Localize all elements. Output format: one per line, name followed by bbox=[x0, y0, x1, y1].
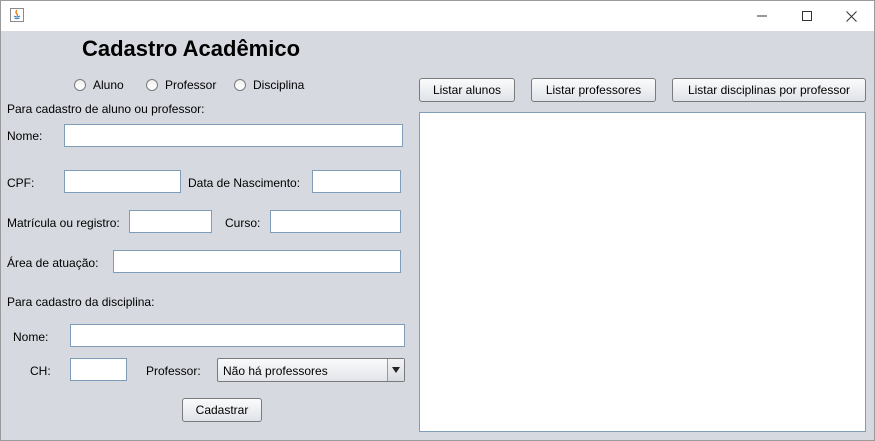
app-window: Cadastro Acadêmico Aluno Professor Disci… bbox=[0, 0, 875, 441]
radio-circle[interactable] bbox=[146, 79, 158, 91]
results-text-area[interactable] bbox=[419, 112, 866, 432]
list-disciplines-button[interactable]: Listar disciplinas por professor bbox=[672, 78, 866, 102]
birth-date-label: Data de Nascimento: bbox=[188, 176, 301, 190]
radio-professor[interactable]: Professor bbox=[146, 78, 216, 92]
professor-select[interactable]: Não há professores bbox=[217, 358, 405, 382]
chevron-down-icon[interactable] bbox=[387, 359, 404, 381]
radio-label: Professor bbox=[165, 78, 217, 92]
list-students-button[interactable]: Listar alunos bbox=[419, 78, 515, 102]
radio-disciplina[interactable]: Disciplina bbox=[234, 78, 304, 92]
ch-input[interactable] bbox=[70, 358, 127, 381]
professor-select-value: Não há professores bbox=[223, 364, 328, 378]
page-title: Cadastro Acadêmico bbox=[82, 36, 301, 61]
maximize-button[interactable] bbox=[784, 1, 829, 31]
course-label: Curso: bbox=[225, 216, 261, 230]
close-icon bbox=[846, 10, 857, 22]
registration-input[interactable] bbox=[129, 210, 212, 233]
ch-label: CH: bbox=[30, 364, 51, 378]
minimize-icon bbox=[756, 15, 767, 17]
birth-date-input[interactable] bbox=[312, 170, 401, 193]
cpf-input[interactable] bbox=[64, 170, 181, 193]
cpf-label: CPF: bbox=[7, 176, 35, 190]
professor-label: Professor: bbox=[146, 364, 201, 378]
minimize-button[interactable] bbox=[739, 1, 784, 31]
person-name-input[interactable] bbox=[64, 124, 403, 147]
discipline-section-heading: Para cadastro da disciplina: bbox=[7, 295, 155, 309]
register-button[interactable]: Cadastrar bbox=[182, 398, 262, 422]
registration-label: Matrícula ou registro: bbox=[7, 216, 120, 230]
area-input[interactable] bbox=[113, 250, 401, 273]
person-section-heading: Para cadastro de aluno ou professor: bbox=[7, 102, 205, 116]
close-button[interactable] bbox=[829, 1, 874, 31]
radio-label: Disciplina bbox=[253, 78, 305, 92]
area-label: Área de atuação: bbox=[7, 256, 99, 270]
maximize-icon bbox=[801, 11, 812, 21]
java-icon[interactable] bbox=[10, 8, 24, 22]
discipline-name-label: Nome: bbox=[13, 330, 49, 344]
radio-circle[interactable] bbox=[74, 79, 86, 91]
course-input[interactable] bbox=[270, 210, 401, 233]
title-bar bbox=[1, 1, 874, 31]
radio-aluno[interactable]: Aluno bbox=[74, 78, 124, 92]
person-name-label: Nome: bbox=[7, 129, 43, 143]
radio-label: Aluno bbox=[93, 78, 124, 92]
list-professors-button[interactable]: Listar professores bbox=[531, 78, 656, 102]
radio-circle[interactable] bbox=[234, 79, 246, 91]
discipline-name-input[interactable] bbox=[70, 324, 405, 347]
